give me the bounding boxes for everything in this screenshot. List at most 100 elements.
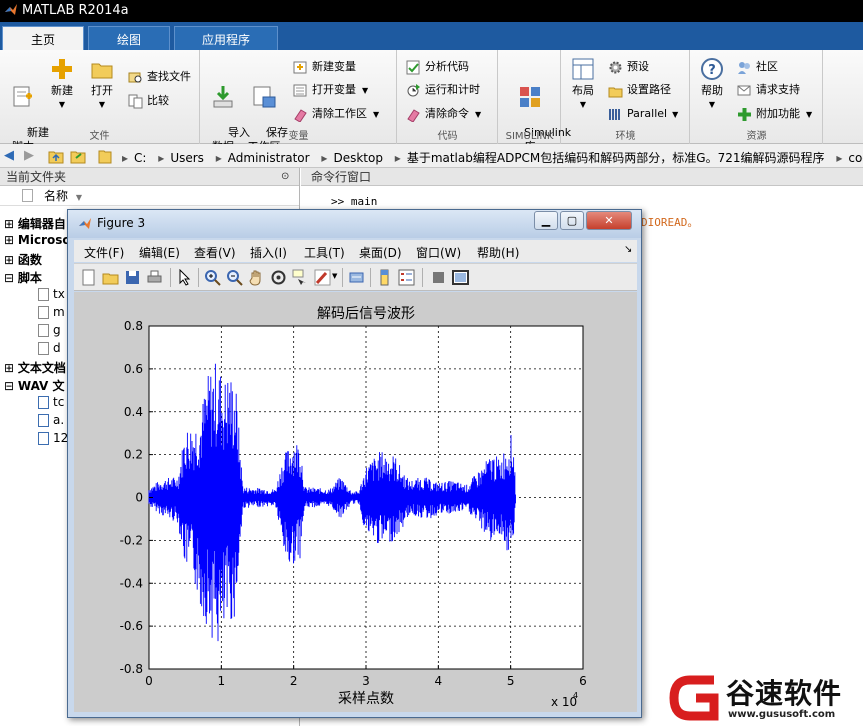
tree-group-row[interactable]: ⊟ 脚本	[4, 269, 42, 286]
request-support-button[interactable]: 请求支持	[737, 81, 800, 99]
save-icon[interactable]	[124, 269, 141, 286]
chart-title: 解码后信号波形	[317, 306, 415, 322]
clear-workspace-dropdown-icon[interactable]: ▼	[373, 110, 379, 119]
collapse-icon[interactable]: ⊟	[4, 271, 14, 285]
x-tick-label: 1	[218, 674, 226, 688]
tab-plots[interactable]: 绘图	[88, 26, 170, 50]
figure-titlebar[interactable]: Figure 3 ▁ ▢ ✕	[68, 210, 641, 238]
waveform-chart[interactable]: 0 1 2 3 4 5 6 -0.8 -0.6 -0.4 -0.2 0 0.2 0.4 0.6 0.8 解码后…	[74, 292, 637, 712]
find-files-button[interactable]: 查找文件	[128, 68, 191, 86]
breadcrumb-item[interactable]: Desktop	[333, 151, 383, 165]
file-row[interactable]: tx	[38, 287, 65, 301]
expand-icon[interactable]: ⊞	[4, 233, 14, 247]
tree-group-row[interactable]: ⊞ 编辑器自	[4, 215, 66, 232]
layout-icon	[572, 58, 594, 80]
close-button[interactable]: ✕	[586, 211, 632, 230]
menu-help[interactable]: 帮助(H)	[477, 244, 519, 261]
panel-actions-icon[interactable]: ⊙	[281, 168, 289, 186]
pointer-icon[interactable]	[176, 269, 193, 286]
zoom-in-icon[interactable]	[204, 269, 221, 286]
add-ons-button[interactable]: 附加功能 ▼	[737, 105, 812, 123]
layout-dropdown-icon[interactable]: ▼	[566, 98, 600, 112]
run-and-time-button[interactable]: 运行和计时	[406, 81, 480, 99]
open-variable-dropdown-icon[interactable]: ▼	[362, 86, 368, 95]
menu-file[interactable]: 文件(F)	[84, 244, 124, 261]
clear-commands-button[interactable]: 清除命令 ▼	[406, 105, 481, 123]
dock-arrow-icon[interactable]: ↘	[624, 244, 632, 255]
new-dropdown-icon[interactable]: ▼	[46, 98, 78, 112]
menu-edit[interactable]: 编辑(E)	[139, 244, 180, 261]
menu-view[interactable]: 查看(V)	[194, 244, 236, 261]
expand-icon[interactable]: ⊞	[4, 217, 14, 231]
zoom-out-icon[interactable]	[226, 269, 243, 286]
tab-home[interactable]: 主页	[2, 26, 84, 50]
tree-group-row[interactable]: ⊞ 文本文档	[4, 359, 66, 376]
set-path-button[interactable]: 设置路径	[608, 81, 671, 99]
name-column-header[interactable]: 名称 ▼	[0, 186, 299, 206]
colorbar-icon[interactable]	[376, 269, 393, 286]
file-row[interactable]: d	[38, 341, 61, 355]
brush-icon[interactable]	[314, 269, 331, 286]
print-icon[interactable]	[146, 269, 163, 286]
breadcrumb-item[interactable]: Administrator	[228, 151, 310, 165]
tree-group-row[interactable]: ⊟ WAV 文	[4, 377, 65, 394]
tree-group-row[interactable]: ⊞ Microso	[4, 233, 71, 247]
menu-window[interactable]: 窗口(W)	[416, 244, 461, 261]
file-row[interactable]: 12	[38, 431, 68, 445]
open-dropdown-icon[interactable]: ▼	[86, 98, 118, 112]
expand-icon[interactable]: ⊞	[4, 253, 14, 267]
clear-commands-dropdown-icon[interactable]: ▼	[475, 110, 481, 119]
pan-icon[interactable]	[248, 269, 265, 286]
new-figure-icon[interactable]	[80, 269, 97, 286]
rotate-icon[interactable]	[270, 269, 287, 286]
browse-folder-icon[interactable]	[70, 148, 86, 164]
breadcrumb-item[interactable]: C:	[134, 151, 146, 165]
forward-arrow-icon[interactable]: ▶	[24, 148, 34, 163]
menu-desktop[interactable]: 桌面(D)	[359, 244, 402, 261]
data-cursor-icon[interactable]	[292, 269, 309, 286]
open-icon[interactable]	[102, 269, 119, 286]
new-variable-button[interactable]: 新建变量	[293, 58, 356, 76]
link-icon[interactable]	[348, 269, 365, 286]
open-button[interactable]: 打开 ▼	[86, 56, 118, 112]
new-button[interactable]: 新建 ▼	[46, 56, 78, 112]
menu-tools[interactable]: 工具(T)	[304, 244, 345, 261]
maximize-button[interactable]: ▢	[560, 211, 584, 230]
preferences-button[interactable]: 预设	[608, 58, 649, 76]
open-variable-icon	[293, 84, 307, 96]
tree-group-row[interactable]: ⊞ 函数	[4, 251, 42, 268]
help-button[interactable]: ? 帮助 ▼	[695, 56, 729, 112]
breadcrumb-item[interactable]: Users	[170, 151, 204, 165]
clear-workspace-button[interactable]: 清除工作区 ▼	[293, 105, 379, 123]
legend-icon[interactable]	[398, 269, 415, 286]
file-row[interactable]: a.	[38, 413, 64, 427]
community-button[interactable]: 社区	[737, 58, 778, 76]
file-row[interactable]: m	[38, 305, 65, 319]
analyze-code-button[interactable]: 分析代码	[406, 58, 469, 76]
breadcrumb-item[interactable]: code	[848, 151, 863, 165]
script-file-icon	[38, 306, 49, 319]
compare-button[interactable]: 比较	[128, 92, 169, 110]
menu-insert[interactable]: 插入(I)	[250, 244, 287, 261]
minimize-button[interactable]: ▁	[534, 211, 558, 230]
breadcrumb-item[interactable]: 基于matlab编程ADPCM包括编码和解码两部分，标准G。721编解码源码程序	[407, 151, 825, 165]
layout-button[interactable]: 布局 ▼	[566, 56, 600, 112]
help-dropdown-icon[interactable]: ▼	[695, 98, 729, 112]
tab-apps[interactable]: 应用程序	[174, 26, 278, 50]
back-arrow-icon[interactable]: ◀	[4, 148, 14, 163]
brush-dropdown-icon[interactable]: ▼	[332, 272, 337, 280]
file-row[interactable]: tc	[38, 395, 64, 409]
open-variable-button[interactable]: 打开变量 ▼	[293, 81, 368, 99]
add-ons-dropdown-icon[interactable]: ▼	[806, 110, 812, 119]
up-folder-icon[interactable]	[48, 148, 64, 164]
parallel-dropdown-icon[interactable]: ▼	[672, 110, 678, 119]
expand-icon[interactable]: ⊞	[4, 361, 14, 375]
hide-plot-tools-icon[interactable]	[430, 269, 447, 286]
collapse-icon[interactable]: ⊟	[4, 379, 14, 393]
parallel-button[interactable]: Parallel ▼	[608, 105, 678, 123]
audio-file-icon	[38, 432, 49, 445]
file-row[interactable]: g	[38, 323, 61, 337]
show-plot-tools-icon[interactable]	[452, 269, 469, 286]
figure-canvas[interactable]: 0 1 2 3 4 5 6 -0.8 -0.6 -0.4 -0.2 0 0.2 0.4 0.6 0.8 解码后…	[74, 292, 637, 712]
figure-window[interactable]: Figure 3 ▁ ▢ ✕ 文件(F) 编辑(E) 查看(V) 插入(I) 工…	[67, 209, 642, 718]
